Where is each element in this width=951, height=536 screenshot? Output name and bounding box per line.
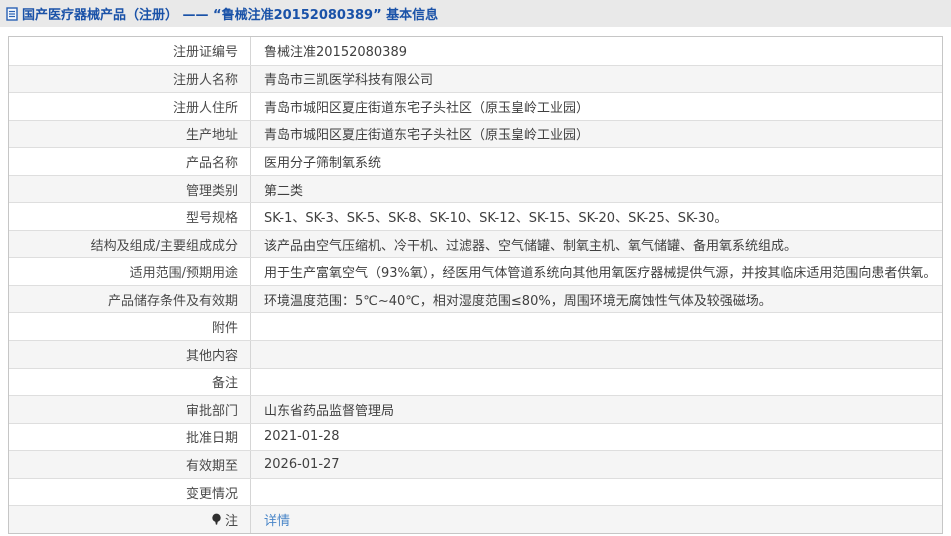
row-label: 注册人名称 — [9, 65, 251, 93]
page-header: 国产医疗器械产品（注册） —— “鲁械注准20152080389” 基本信息 — [0, 0, 951, 27]
row-label: 备注 — [9, 368, 251, 396]
row-label: 适用范围/预期用途 — [9, 258, 251, 285]
detail-link[interactable]: 详情 — [264, 510, 290, 529]
row-label-text: 型号规格 — [185, 211, 238, 227]
row-label-text: 审批部门 — [185, 403, 238, 419]
row-label: 变更情况 — [9, 478, 251, 506]
document-icon — [6, 6, 18, 21]
table-row: 型号规格 SK-1、SK-3、SK-5、SK-8、SK-10、SK-12、SK-… — [9, 202, 942, 230]
table-row: 批准日期 2021-01-28 — [9, 422, 942, 451]
row-value — [251, 369, 942, 396]
table-row: 管理类别 第二类 — [9, 174, 942, 203]
row-label: 注册人住所 — [9, 93, 251, 120]
table-row: 其他内容 — [9, 340, 942, 368]
row-label-text: 有效期至 — [185, 458, 238, 474]
row-label: 管理类别 — [9, 175, 251, 203]
table-row: 适用范围/预期用途 用于生产富氧空气（93%氧），经医用气体管道系统向其他用氧医… — [9, 257, 942, 285]
row-label-text: 变更情况 — [185, 486, 238, 502]
row-label-text: 注册证编号 — [172, 45, 238, 61]
table-row: 变更情况 — [9, 477, 942, 506]
row-value: 用于生产富氧空气（93%氧），经医用气体管道系统向其他用氧医疗器械提供气源，并按… — [264, 266, 937, 282]
row-value: 该产品由空气压缩机、冷干机、过滤器、空气储罐、制氧主机、氧气储罐、备用氧系统组成… — [264, 238, 798, 254]
row-value — [251, 341, 942, 368]
row-label-text: 批准日期 — [185, 431, 238, 447]
row-label: 结构及组成/主要组成成分 — [9, 230, 251, 258]
row-value: 医用分子筛制氧系统 — [264, 155, 382, 171]
row-label-text: 结构及组成/主要组成成分 — [90, 238, 238, 254]
row-value — [251, 479, 942, 506]
row-value: SK-1、SK-3、SK-5、SK-8、SK-10、SK-12、SK-15、SK… — [264, 211, 728, 227]
row-label: 注 — [9, 506, 251, 533]
row-label-text: 产品储存条件及有效期 — [107, 293, 238, 309]
table-row: 结构及组成/主要组成成分 该产品由空气压缩机、冷干机、过滤器、空气储罐、制氧主机… — [9, 229, 942, 258]
table-row: 注册人住所 青岛市城阳区夏庄街道东宅子头社区（原玉皇岭工业园） — [9, 92, 942, 120]
row-label-text: 生产地址 — [185, 128, 238, 144]
row-label: 产品储存条件及有效期 — [9, 285, 251, 313]
row-value: 详情 — [251, 506, 942, 533]
row-label: 注册证编号 — [9, 37, 251, 65]
row-label-text: 注册人住所 — [172, 100, 238, 116]
note-bulb-icon — [211, 513, 222, 526]
table-row: 附件 — [9, 312, 942, 341]
row-value: 鲁械注准20152080389 — [264, 45, 407, 61]
row-label: 生产地址 — [9, 120, 251, 148]
row-value: 山东省药品监督管理局 — [264, 403, 395, 419]
table-row: 注 详情 — [9, 505, 942, 533]
row-value: 环境温度范围：5℃~40℃，相对湿度范围≤80%，周围环境无腐蚀性气体及较强磁场… — [264, 293, 772, 309]
page-title-text: 国产医疗器械产品（注册） —— “鲁械注准20152080389” 基本信息 — [22, 8, 439, 23]
row-label-text: 注册人名称 — [172, 73, 238, 89]
table-row: 产品名称 医用分子筛制氧系统 — [9, 147, 942, 175]
row-label: 批准日期 — [9, 423, 251, 451]
row-value: 第二类 — [264, 183, 304, 199]
row-label-text: 适用范围/预期用途 — [129, 266, 238, 282]
table-row: 注册人名称 青岛市三凯医学科技有限公司 — [9, 64, 942, 93]
row-value: 青岛市城阳区夏庄街道东宅子头社区（原玉皇岭工业园） — [264, 100, 590, 116]
row-label-text: 管理类别 — [185, 183, 238, 199]
row-label: 审批部门 — [9, 396, 251, 423]
row-label-text: 附件 — [211, 321, 238, 337]
table-row: 产品储存条件及有效期 环境温度范围：5℃~40℃，相对湿度范围≤80%，周围环境… — [9, 284, 942, 313]
table-row: 注册证编号 鲁械注准20152080389 — [9, 37, 942, 65]
row-value: 2026-01-27 — [264, 456, 340, 472]
table-row: 备注 — [9, 367, 942, 396]
row-label-text: 注 — [224, 514, 238, 530]
row-label: 其他内容 — [9, 341, 251, 368]
row-label-text: 其他内容 — [185, 348, 238, 364]
registration-table: 注册证编号 鲁械注准20152080389 注册人名称 青岛市三凯医学科技有限公… — [8, 36, 943, 534]
table-row: 生产地址 青岛市城阳区夏庄街道东宅子头社区（原玉皇岭工业园） — [9, 119, 942, 148]
row-value: 青岛市城阳区夏庄街道东宅子头社区（原玉皇岭工业园） — [264, 128, 590, 144]
table-row: 审批部门 山东省药品监督管理局 — [9, 395, 942, 423]
row-label: 有效期至 — [9, 451, 251, 478]
row-label-text: 备注 — [211, 376, 238, 392]
row-label: 产品名称 — [9, 148, 251, 175]
row-label: 型号规格 — [9, 203, 251, 230]
row-value: 青岛市三凯医学科技有限公司 — [264, 73, 434, 89]
row-label: 附件 — [9, 313, 251, 341]
table-row: 有效期至 2026-01-27 — [9, 450, 942, 478]
page-title: 国产医疗器械产品（注册） —— “鲁械注准20152080389” 基本信息 — [6, 4, 438, 23]
row-value: 2021-01-28 — [264, 429, 340, 445]
row-label-text: 产品名称 — [185, 155, 238, 171]
row-value — [251, 313, 942, 340]
